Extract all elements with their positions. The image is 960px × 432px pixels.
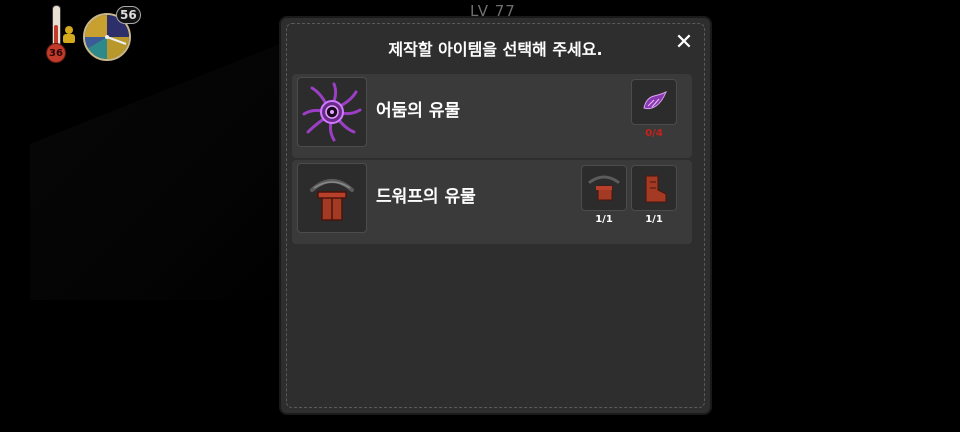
material-count: 0/4 [645,128,663,139]
clock-badge: 56 [116,6,141,24]
item-name: 드워프의 유물 [376,187,476,207]
dwarf-relic-icon [297,163,367,233]
material-count: 1/1 [645,214,663,225]
game-screen: LV 77 36 56 제작할 아이템을 선택해 주세요. ✕ 어둠의 유물 0… [0,0,960,432]
material-count: 1/1 [595,214,613,225]
temperature-value: 36 [46,43,66,63]
pickaxe-material-icon [581,165,627,211]
modal-title: 제작할 아이템을 선택해 주세요. [388,40,603,59]
item-name: 어둠의 유물 [376,101,461,121]
close-button[interactable]: ✕ [673,32,695,54]
craft-item-row[interactable]: 드워프의 유물 1/1 1/1 [292,160,692,244]
craft-select-modal: 제작할 아이템을 선택해 주세요. ✕ 어둠의 유물 0/4 드워프의 유물 1… [279,16,712,415]
dark-relic-icon [297,77,367,147]
background-terrain [30,40,290,300]
boot-material-icon [631,165,677,211]
purple-wing-material-icon [631,79,677,125]
person-icon [62,26,76,46]
craft-item-row[interactable]: 어둠의 유물 0/4 [292,74,692,158]
